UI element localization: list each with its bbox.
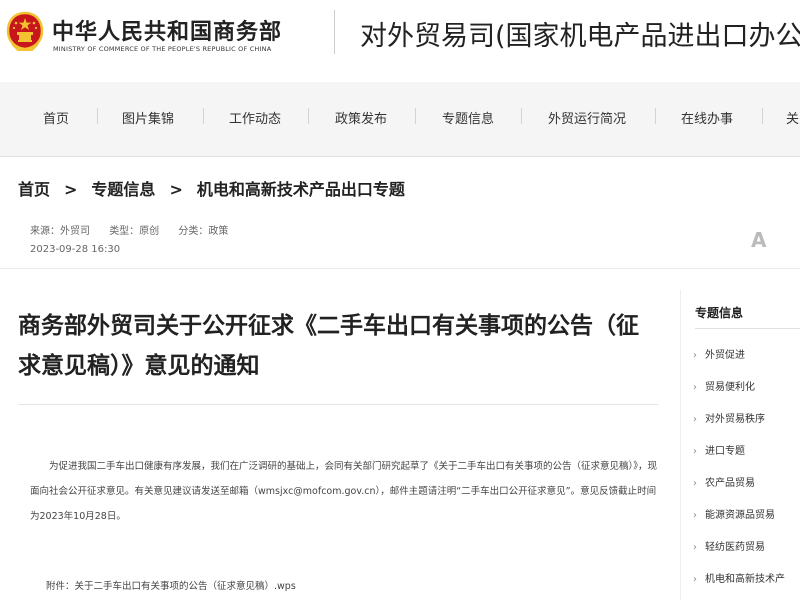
breadcrumb: 首页 > 专题信息 > 机电和高新技术产品出口专题 (18, 176, 405, 200)
nav-separator (762, 108, 763, 124)
publish-date: 2023-09-28 16:30 (30, 244, 121, 255)
nav-item-work-news[interactable]: 工作动态 (229, 108, 281, 127)
nav-item-topics[interactable]: 专题信息 (442, 108, 494, 127)
national-emblem-icon (6, 11, 44, 51)
section-divider (0, 268, 800, 269)
breadcrumb-home[interactable]: 首页 (18, 180, 50, 199)
sidebar-item-label: 轻纺医药贸易 (705, 542, 765, 553)
nav-item-more[interactable]: 关 (786, 108, 799, 127)
sidebar-item-label: 进口专题 (705, 446, 745, 457)
nav-separator (415, 108, 416, 124)
sidebar-item-trade-facilitation[interactable]: › 贸易便利化 (693, 378, 755, 393)
sidebar-item-trade-order[interactable]: › 对外贸易秩序 (693, 410, 765, 425)
meta-source: 来源：外贸司 (30, 226, 90, 237)
article-body: 为促进我国二手车出口健康有序发展，我们在广泛调研的基础上，会同有关部门研究起草了… (30, 461, 658, 522)
site-header: 中华人民共和国商务部 MINISTRY OF COMMERCE OF THE P… (0, 0, 800, 83)
chevron-right-icon: › (693, 414, 697, 425)
nav-separator (308, 108, 309, 124)
article-title: 商务部外贸司关于公开征求《二手车出口有关事项的公告（征求意见稿）》意见的通知 (18, 313, 639, 379)
breadcrumb-separator: > (64, 180, 78, 199)
nav-item-online-services[interactable]: 在线办事 (681, 108, 733, 127)
sidebar-title: 专题信息 (695, 306, 744, 320)
attachment-link[interactable]: 附件：关于二手车出口有关事项的公告（征求意见稿）.wps (46, 578, 296, 592)
header-divider (334, 10, 335, 54)
chevron-right-icon: › (693, 542, 697, 553)
nav-item-home[interactable]: 首页 (43, 108, 69, 127)
breadcrumb-topics[interactable]: 专题信息 (91, 180, 155, 199)
meta-type: 类型：原创 (109, 226, 160, 237)
breadcrumb-current[interactable]: 机电和高新技术产品出口专题 (197, 180, 405, 199)
sidebar-divider (695, 328, 800, 329)
sidebar-item-import[interactable]: › 进口专题 (693, 442, 745, 457)
sidebar-item-textile-medicine[interactable]: › 轻纺医药贸易 (693, 538, 765, 553)
article-meta: 来源：外贸司 类型：原创 分类：政策 (30, 222, 244, 237)
chevron-right-icon: › (693, 574, 697, 585)
nav-item-trade-overview[interactable]: 外贸运行简况 (548, 108, 626, 127)
topics-sidebar: 专题信息 › 外贸促进 › 贸易便利化 › 对外贸易秩序 › 进口专题 › 农产品贸易 ›… (680, 290, 800, 600)
department-title: 对外贸易司(国家机电产品进出口办公 (360, 21, 800, 52)
nav-separator (97, 108, 98, 124)
sidebar-item-label: 能源资源品贸易 (705, 510, 775, 521)
chevron-right-icon: › (693, 382, 697, 393)
ministry-name: 中华人民共和国商务部 (52, 20, 283, 45)
sidebar-item-label: 对外贸易秩序 (705, 414, 765, 425)
sidebar-item-mechanical-hightech[interactable]: › 机电和高新技术产 (693, 570, 785, 585)
title-divider (18, 404, 658, 405)
chevron-right-icon: › (693, 510, 697, 521)
sidebar-item-label: 机电和高新技术产 (705, 574, 785, 585)
chevron-right-icon: › (693, 350, 697, 361)
font-size-button[interactable]: A (751, 228, 766, 252)
sidebar-item-trade-promotion[interactable]: › 外贸促进 (693, 346, 745, 361)
sidebar-item-label: 农产品贸易 (705, 478, 755, 489)
sidebar-item-agriculture[interactable]: › 农产品贸易 (693, 474, 755, 489)
meta-category: 分类：政策 (178, 226, 229, 237)
ministry-name-english: MINISTRY OF COMMERCE OF THE PEOPLE'S REP… (53, 45, 272, 53)
sidebar-item-energy[interactable]: › 能源资源品贸易 (693, 506, 775, 521)
nav-separator (203, 108, 204, 124)
nav-item-policy[interactable]: 政策发布 (335, 108, 387, 127)
sidebar-item-label: 贸易便利化 (705, 382, 755, 393)
nav-separator (655, 108, 656, 124)
chevron-right-icon: › (693, 478, 697, 489)
nav-item-gallery[interactable]: 图片集锦 (122, 108, 174, 127)
breadcrumb-separator: > (169, 180, 183, 199)
chevron-right-icon: › (693, 446, 697, 457)
nav-separator (521, 108, 522, 124)
main-nav: 首页 图片集锦 工作动态 政策发布 专题信息 外贸运行简况 在线办事 关 (0, 82, 800, 157)
sidebar-item-label: 外贸促进 (705, 350, 745, 361)
